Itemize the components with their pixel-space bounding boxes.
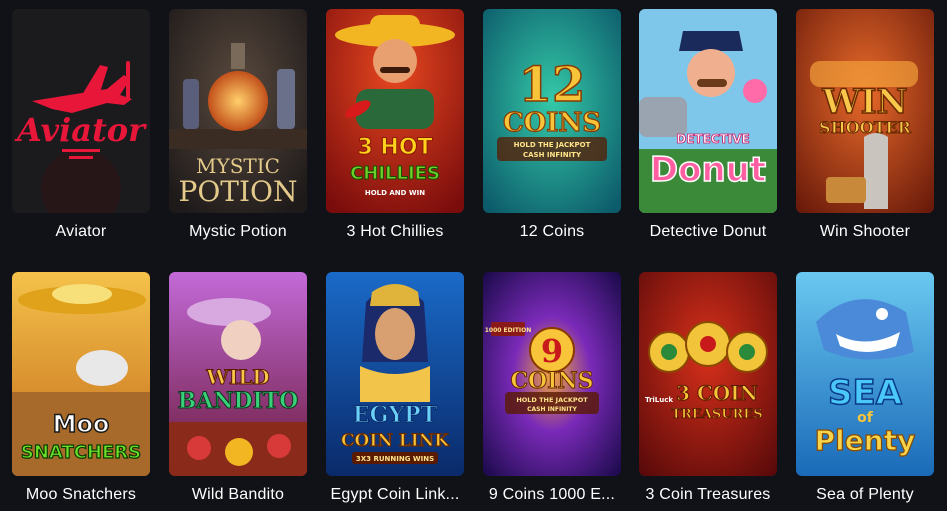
art-text: Moo: [53, 410, 110, 438]
art-text: 12: [519, 57, 586, 113]
win-shooter-artwork: WIN SHOOTER: [796, 9, 934, 213]
art-text: SNATCHERS: [21, 442, 141, 463]
art-text: WILD: [205, 365, 269, 389]
wild-bandito-artwork: WILD BANDITO: [169, 272, 307, 476]
art-text: DETECTIVE: [676, 132, 749, 146]
art-text: CASH INFINITY: [523, 151, 582, 159]
art-text: COINS: [511, 368, 594, 394]
detective-donut-artwork: DETECTIVE Donut: [639, 9, 777, 213]
game-title[interactable]: 3 Hot Chillies: [316, 223, 474, 241]
game-tile-win-shooter[interactable]: WIN SHOOTER Win Shooter: [796, 9, 934, 240]
art-text: SEA: [828, 373, 903, 413]
aviator-logo-text: Aviator: [14, 111, 147, 149]
game-thumbnail[interactable]: SEA of Plenty: [796, 272, 934, 476]
game-tile-sea-of-plenty[interactable]: SEA of Plenty Sea of Plenty: [796, 272, 934, 503]
egypt-coin-link-artwork: EGYPT COIN LINK 3X3 RUNNING WINS: [326, 272, 464, 476]
game-title[interactable]: Moo Snatchers: [2, 486, 160, 504]
game-tile-9-coins-1000[interactable]: 1000 EDITION 9 COINS HOLD THE JACKPOT CA…: [483, 272, 621, 503]
art-text: 3X3 RUNNING WINS: [356, 455, 434, 463]
game-title[interactable]: Wild Bandito: [159, 486, 317, 504]
game-tile-3-hot-chillies[interactable]: 3 HOT CHILLIES HOLD AND WIN 3 Hot Chilli…: [326, 9, 464, 240]
game-thumbnail[interactable]: 1000 EDITION 9 COINS HOLD THE JACKPOT CA…: [483, 272, 621, 476]
game-title[interactable]: 12 Coins: [473, 223, 631, 241]
game-thumbnail[interactable]: 3 HOT CHILLIES HOLD AND WIN: [326, 9, 464, 213]
art-text: TREASURES: [671, 407, 762, 422]
game-title[interactable]: Mystic Potion: [159, 223, 317, 241]
mystic-potion-artwork: MYSTIC POTION: [169, 9, 307, 213]
9-coins-artwork: 1000 EDITION 9 COINS HOLD THE JACKPOT CA…: [483, 272, 621, 476]
art-text: TriLuck: [645, 396, 673, 404]
game-tile-aviator[interactable]: Aviator Aviator: [12, 9, 150, 240]
game-tile-wild-bandito[interactable]: WILD BANDITO Wild Bandito: [169, 272, 307, 503]
art-text: Donut: [650, 150, 766, 190]
game-tile-12-coins[interactable]: 12 COINS HOLD THE JACKPOT CASH INFINITY …: [483, 9, 621, 240]
sea-of-plenty-artwork: SEA of Plenty: [796, 272, 934, 476]
art-text: CHILLIES: [350, 163, 440, 184]
game-tile-moo-snatchers[interactable]: Moo SNATCHERS Moo Snatchers: [12, 272, 150, 503]
game-thumbnail[interactable]: DETECTIVE Donut: [639, 9, 777, 213]
game-tile-3-coin-treasures[interactable]: TriLuck 3 COIN TREASURES 3 Coin Treasure…: [639, 272, 777, 503]
game-title[interactable]: Sea of Plenty: [786, 486, 944, 504]
art-text: Plenty: [815, 424, 916, 457]
art-text: BANDITO: [178, 388, 299, 414]
art-text: HOLD THE JACKPOT: [514, 141, 591, 149]
game-tile-egypt-coin-link[interactable]: EGYPT COIN LINK 3X3 RUNNING WINS Egypt C…: [326, 272, 464, 503]
art-text: 3 HOT: [357, 135, 432, 160]
3-hot-chillies-artwork: 3 HOT CHILLIES HOLD AND WIN: [326, 9, 464, 213]
game-thumbnail[interactable]: Moo SNATCHERS: [12, 272, 150, 476]
game-title[interactable]: 3 Coin Treasures: [629, 486, 787, 504]
3-coin-treasures-artwork: TriLuck 3 COIN TREASURES: [639, 272, 777, 476]
12-coins-artwork: 12 COINS HOLD THE JACKPOT CASH INFINITY: [483, 9, 621, 213]
art-text: 9: [541, 332, 563, 370]
game-thumbnail[interactable]: WIN SHOOTER: [796, 9, 934, 213]
art-text: SHOOTER: [819, 118, 912, 137]
game-thumbnail[interactable]: MYSTIC POTION: [169, 9, 307, 213]
art-text: 3 COIN: [676, 381, 758, 405]
art-text: HOLD AND WIN: [365, 189, 425, 197]
game-title[interactable]: Egypt Coin Link...: [316, 486, 474, 504]
art-text: COINS: [503, 108, 601, 138]
game-thumbnail[interactable]: EGYPT COIN LINK 3X3 RUNNING WINS: [326, 272, 464, 476]
game-thumbnail[interactable]: WILD BANDITO: [169, 272, 307, 476]
moo-snatchers-artwork: Moo SNATCHERS: [12, 272, 150, 476]
edition-badge: 1000 EDITION: [485, 327, 532, 334]
game-title[interactable]: 9 Coins 1000 E...: [473, 486, 631, 504]
game-tile-detective-donut[interactable]: DETECTIVE Donut Detective Donut: [639, 9, 777, 240]
art-text: WIN: [821, 82, 907, 122]
art-text: EGYPT: [353, 402, 438, 428]
game-thumbnail[interactable]: TriLuck 3 COIN TREASURES: [639, 272, 777, 476]
art-text: POTION: [179, 175, 298, 208]
game-tile-mystic-potion[interactable]: MYSTIC POTION Mystic Potion: [169, 9, 307, 240]
aviator-artwork: Aviator: [12, 9, 150, 213]
art-text: HOLD THE JACKPOT: [516, 396, 588, 404]
game-title[interactable]: Aviator: [2, 223, 160, 241]
game-thumbnail[interactable]: 12 COINS HOLD THE JACKPOT CASH INFINITY: [483, 9, 621, 213]
game-thumbnail[interactable]: Aviator: [12, 9, 150, 213]
game-grid: Aviator Aviator MYSTIC POTION Mystic Pot…: [0, 0, 947, 511]
art-text: CASH INFINITY: [527, 406, 577, 413]
game-title[interactable]: Detective Donut: [629, 223, 787, 241]
art-text: COIN LINK: [341, 431, 450, 451]
game-title[interactable]: Win Shooter: [786, 223, 944, 241]
